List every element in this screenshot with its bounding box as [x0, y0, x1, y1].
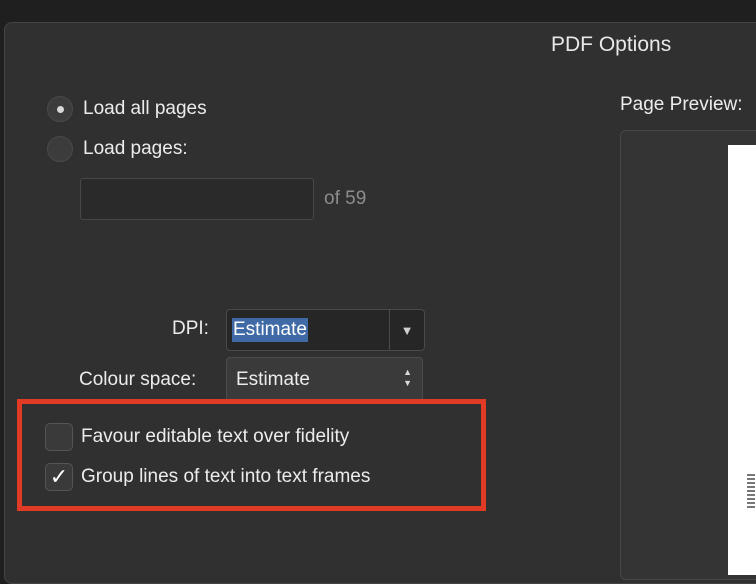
- favour-editable-checkbox[interactable]: [45, 423, 73, 451]
- highlight-box: [17, 399, 486, 511]
- load-all-pages-label: Load all pages: [83, 98, 207, 119]
- colour-space-label: Colour space:: [79, 369, 197, 390]
- dpi-label: DPI:: [172, 318, 209, 339]
- page-count-label: of 59: [324, 188, 367, 209]
- dpi-dropdown-button[interactable]: ▼: [389, 310, 424, 350]
- group-lines-checkbox[interactable]: ✓: [45, 463, 73, 491]
- colour-space-value: Estimate: [236, 369, 310, 390]
- load-all-pages-radio[interactable]: [47, 96, 73, 122]
- load-pages-option[interactable]: Load pages:: [47, 136, 188, 162]
- page-preview-image: [728, 145, 756, 575]
- dialog-title: PDF Options: [551, 33, 672, 56]
- page-preview-content: [747, 474, 755, 510]
- checkmark-icon: ✓: [49, 464, 69, 489]
- favour-editable-label: Favour editable text over fidelity: [81, 426, 350, 447]
- page-preview-label: Page Preview:: [620, 94, 743, 115]
- dpi-value[interactable]: Estimate: [232, 318, 308, 342]
- favour-editable-option[interactable]: Favour editable text over fidelity: [45, 423, 349, 451]
- colour-space-select[interactable]: Estimate ▲ ▼: [226, 357, 423, 401]
- pages-range-input[interactable]: [80, 178, 314, 220]
- load-all-pages-option[interactable]: Load all pages: [47, 96, 207, 122]
- up-down-chevron-icon: ▲ ▼: [403, 367, 412, 388]
- load-pages-radio[interactable]: [47, 136, 73, 162]
- triangle-down-icon: ▼: [400, 322, 414, 338]
- group-lines-option[interactable]: ✓ Group lines of text into text frames: [45, 463, 370, 491]
- dpi-combobox[interactable]: Estimate ▼: [226, 309, 425, 351]
- group-lines-label: Group lines of text into text frames: [81, 466, 371, 487]
- load-pages-label: Load pages:: [83, 138, 188, 159]
